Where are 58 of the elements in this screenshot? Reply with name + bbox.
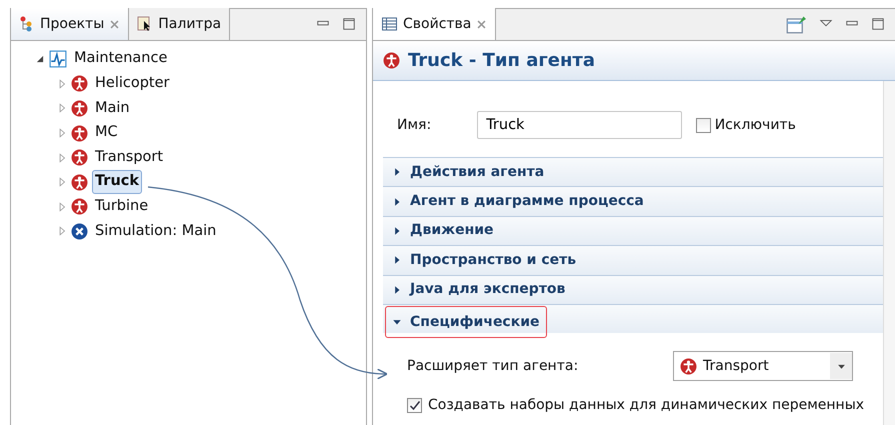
person-icon	[680, 358, 697, 375]
chart-icon	[49, 50, 67, 68]
close-icon[interactable]	[109, 18, 120, 30]
person-icon	[71, 124, 88, 142]
person-icon	[71, 149, 88, 166]
tree-item[interactable]: Maintenance	[71, 47, 170, 72]
maximize-icon	[342, 17, 356, 31]
header-title: Truck - Тип агента	[408, 49, 596, 73]
tree-item[interactable]: MC	[92, 121, 121, 145]
field-label: Имя:	[397, 116, 432, 134]
tree-item[interactable]: Simulation: Main	[92, 220, 220, 244]
tree-item[interactable]: Transport	[92, 146, 166, 170]
checkbox-label: Создавать наборы данных для динамических переменных	[428, 396, 864, 416]
tree-item[interactable]: Helicopter	[92, 72, 172, 96]
exclude-checkbox[interactable]	[696, 118, 712, 132]
checkmark-icon	[408, 400, 420, 412]
expand-triangle-icon[interactable]	[392, 167, 402, 178]
person-icon	[71, 198, 88, 216]
collapse-arrow-icon[interactable]	[35, 54, 45, 64]
section-title[interactable]: Специфические	[410, 312, 540, 333]
expand-arrow-icon[interactable]	[57, 103, 67, 114]
section-title[interactable]: Java для экспертов	[410, 279, 566, 300]
section-title[interactable]: Движение	[410, 220, 494, 242]
expand-triangle-icon[interactable]	[392, 284, 402, 295]
expand-arrow-icon[interactable]	[57, 152, 67, 163]
agent-type-dropdown[interactable]: Transport	[673, 351, 853, 382]
tree-item[interactable]: Truck	[92, 170, 142, 194]
person-icon	[71, 75, 88, 92]
expand-triangle-icon[interactable]	[392, 196, 402, 207]
checkbox-label: Исключить	[714, 116, 796, 134]
pin-window-icon[interactable]	[785, 14, 807, 34]
datasets-checkbox[interactable]	[407, 398, 422, 414]
person-icon	[71, 100, 88, 117]
expand-triangle-icon[interactable]	[392, 255, 402, 266]
expand-arrow-icon[interactable]	[57, 226, 67, 236]
expand-arrow-icon[interactable]	[57, 128, 67, 138]
name-field[interactable]: Truck	[477, 111, 682, 139]
tree-item[interactable]: Main	[92, 96, 133, 120]
table-icon	[381, 16, 398, 32]
person-icon	[71, 174, 88, 191]
scrollbar[interactable]	[883, 81, 895, 425]
tree-item[interactable]: Turbine	[92, 194, 152, 219]
close-icon[interactable]	[476, 18, 488, 30]
panel-tab[interactable]: Свойства	[373, 8, 496, 40]
panel-tab[interactable]: Палитра	[129, 8, 230, 40]
expand-arrow-icon[interactable]	[57, 177, 67, 188]
section-title[interactable]: Пространство и сеть	[410, 250, 576, 271]
x-circle-icon	[71, 222, 88, 240]
person-icon	[383, 52, 400, 69]
panel-tab[interactable]: Проекты	[11, 8, 130, 40]
field-label: Расширяет тип агента:	[407, 356, 578, 376]
section-title[interactable]: Действия агента	[410, 162, 544, 183]
expand-arrow-icon[interactable]	[57, 202, 67, 212]
dropdown-value: Transport	[703, 356, 769, 376]
expand-arrow-icon[interactable]	[57, 78, 67, 89]
expand-triangle-icon[interactable]	[392, 226, 402, 236]
maximize-icon	[871, 17, 885, 31]
section-title[interactable]: Агент в диаграмме процесса	[410, 191, 644, 212]
